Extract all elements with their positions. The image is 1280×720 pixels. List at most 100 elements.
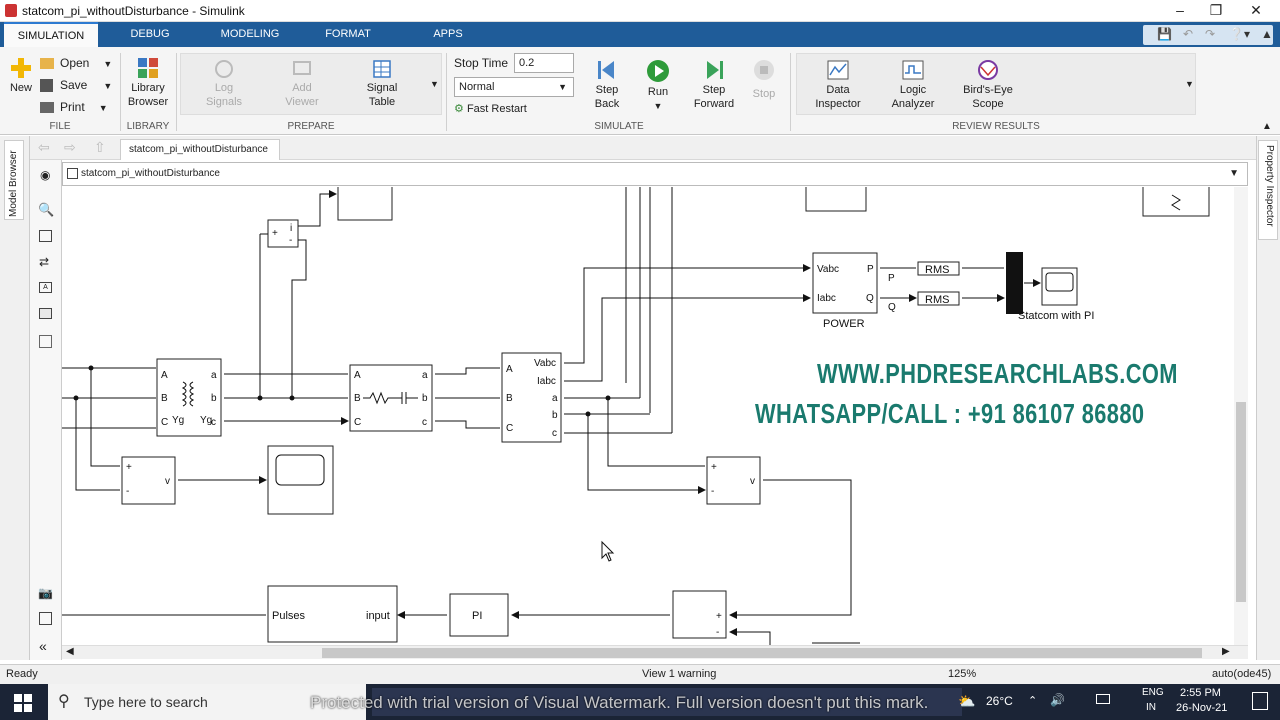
scroll-right-icon[interactable]: ▶ <box>1222 646 1230 657</box>
tab-apps[interactable]: APPS <box>412 22 484 47</box>
signal-table-icon <box>373 60 391 78</box>
maximize-button[interactable]: ❐ <box>1196 0 1236 22</box>
signal-label-q: Q <box>888 302 896 313</box>
port-label: b <box>211 393 217 404</box>
fast-restart-toggle[interactable]: ⚙ Fast Restart <box>454 102 527 115</box>
prepare-expand-icon[interactable]: ▼ <box>430 79 439 89</box>
power-block[interactable] <box>812 252 878 314</box>
help-icon[interactable]: ❔▾ <box>1229 27 1250 41</box>
save-button[interactable]: Save ▼ <box>40 74 115 96</box>
address-bar[interactable]: statcom_pi_withoutDisturbance ▼ <box>62 162 1248 186</box>
new-button[interactable]: New <box>6 57 36 95</box>
tab-format[interactable]: FORMAT <box>310 22 386 47</box>
simulate-section-label: SIMULATE <box>594 121 644 132</box>
tab-modeling[interactable]: MODELING <box>208 22 292 47</box>
bird-label-2: Scope <box>972 98 1004 110</box>
collapse-ribbon-caret[interactable]: ▲ <box>1262 121 1272 132</box>
port-label: C <box>506 423 513 434</box>
clock-date[interactable]: 26-Nov-21 <box>1176 702 1227 714</box>
run-button[interactable]: Run ▼ <box>638 59 678 113</box>
step-forward-button[interactable]: Step Forward <box>688 59 740 111</box>
fit-to-view-icon[interactable] <box>39 230 52 242</box>
collapse-ribbon-icon[interactable]: ▲ <box>1261 27 1273 41</box>
log-signals-button[interactable]: Log Signals <box>200 59 248 109</box>
model-data-icon[interactable] <box>39 612 52 625</box>
winding-label: Yg <box>172 415 184 426</box>
camera-icon[interactable]: 📷 <box>38 586 53 600</box>
library-browser-icon <box>138 58 158 78</box>
port-label: Iabc <box>817 293 836 304</box>
ground-block-top[interactable] <box>1142 187 1210 217</box>
print-button[interactable]: Print ▼ <box>40 96 115 118</box>
horizontal-scroll-thumb[interactable] <box>322 648 1202 658</box>
birds-eye-scope-button[interactable]: Bird's-Eye Scope <box>958 59 1018 111</box>
tab-debug[interactable]: DEBUG <box>112 22 188 47</box>
step-back-button[interactable]: Step Back <box>584 59 630 111</box>
scope-block-top[interactable] <box>337 187 393 221</box>
arrow-icon[interactable]: ⇄ <box>39 255 49 269</box>
redo-icon[interactable]: ↷ <box>1205 27 1215 41</box>
stop-time-input[interactable]: 0.2 <box>514 53 574 73</box>
sensor-plus: + <box>126 462 132 473</box>
property-inspector-tab[interactable]: Property Inspector <box>1258 140 1278 240</box>
annotation-icon[interactable]: A <box>39 282 52 293</box>
up-arrow-icon[interactable]: ⇧ <box>94 139 106 156</box>
logic-analyzer-button[interactable]: Logic Analyzer <box>884 59 942 111</box>
network-icon[interactable]: 🔊 <box>1050 693 1065 707</box>
image-icon[interactable] <box>39 308 52 319</box>
tray-up-icon[interactable]: ⌃ <box>1028 694 1037 707</box>
scroll-left-icon[interactable]: ◀ <box>66 646 74 657</box>
open-button[interactable]: Open ▼ <box>40 52 115 74</box>
port-label: C <box>354 417 361 428</box>
clock-time[interactable]: 2:55 PM <box>1180 687 1221 699</box>
collapse-left-icon[interactable]: « <box>39 638 47 654</box>
stepfwd-label-1: Step <box>702 84 726 96</box>
save-icon[interactable]: 💾 <box>1157 27 1172 41</box>
model-browser-tab[interactable]: Model Browser <box>4 140 24 220</box>
undo-icon[interactable]: ↶ <box>1183 27 1193 41</box>
hide-show-icon[interactable]: ◉ <box>40 168 50 182</box>
area-icon[interactable] <box>39 335 52 348</box>
data-inspector-button[interactable]: Data Inspector <box>810 59 866 111</box>
windows-start-icon[interactable] <box>14 694 32 712</box>
horizontal-scrollbar[interactable]: ◀ ▶ <box>62 645 1248 659</box>
bird-label-1: Bird's-Eye <box>963 84 1013 96</box>
minimize-button[interactable]: – <box>1160 0 1200 22</box>
status-solver[interactable]: auto(ode45) <box>1212 665 1271 684</box>
stop-button[interactable]: Stop <box>746 59 782 101</box>
review-expand-icon[interactable]: ▼ <box>1185 79 1194 89</box>
library-browser-button[interactable]: Library Browser <box>124 57 172 109</box>
data-inspector-icon <box>827 60 849 80</box>
print-label: Print <box>60 100 85 114</box>
tab-simulation[interactable]: SIMULATION <box>4 22 98 47</box>
back-arrow-icon[interactable]: ⇦ <box>38 139 50 156</box>
weather-icon: ⛅ <box>958 693 976 709</box>
chevron-down-icon[interactable]: ▼ <box>1229 163 1239 185</box>
vertical-scrollbar[interactable] <box>1234 187 1248 645</box>
stepback-label-1: Step <box>595 84 619 96</box>
signal-table-button[interactable]: Signal Table <box>358 59 406 109</box>
mux-block[interactable] <box>1006 252 1023 314</box>
block-top-middle[interactable] <box>805 187 867 212</box>
status-warning[interactable]: View 1 warning <box>642 665 716 684</box>
model-tab[interactable]: statcom_pi_withoutDisturbance <box>120 139 280 160</box>
battery-icon[interactable] <box>1096 694 1110 704</box>
save-icon <box>40 79 53 93</box>
language-line2[interactable]: IN <box>1146 702 1156 713</box>
sensor-minus: - <box>126 486 129 497</box>
pi-label: PI <box>472 610 482 622</box>
zoom-icon[interactable]: 🔍 <box>38 202 54 218</box>
vertical-scroll-thumb[interactable] <box>1236 402 1246 602</box>
model-browser-label: Model Browser <box>8 150 19 217</box>
diagram-canvas[interactable]: + i - A B C a b c Yg Yg A B C a b c A B … <box>62 187 1248 645</box>
status-bar: Ready View 1 warning 125% auto(ode45) <box>0 664 1280 684</box>
notification-icon[interactable] <box>1252 692 1268 710</box>
simulation-mode-select[interactable]: Normal ▼ <box>454 77 574 97</box>
stepfwd-label-2: Forward <box>693 98 735 110</box>
signal-label-2: Table <box>368 96 396 108</box>
forward-arrow-icon[interactable]: ⇨ <box>64 139 76 156</box>
close-button[interactable]: ✕ <box>1236 0 1276 22</box>
add-viewer-button[interactable]: Add Viewer <box>278 59 326 109</box>
language-line1[interactable]: ENG <box>1142 687 1164 698</box>
fast-restart-icon: ⚙ <box>454 103 464 115</box>
